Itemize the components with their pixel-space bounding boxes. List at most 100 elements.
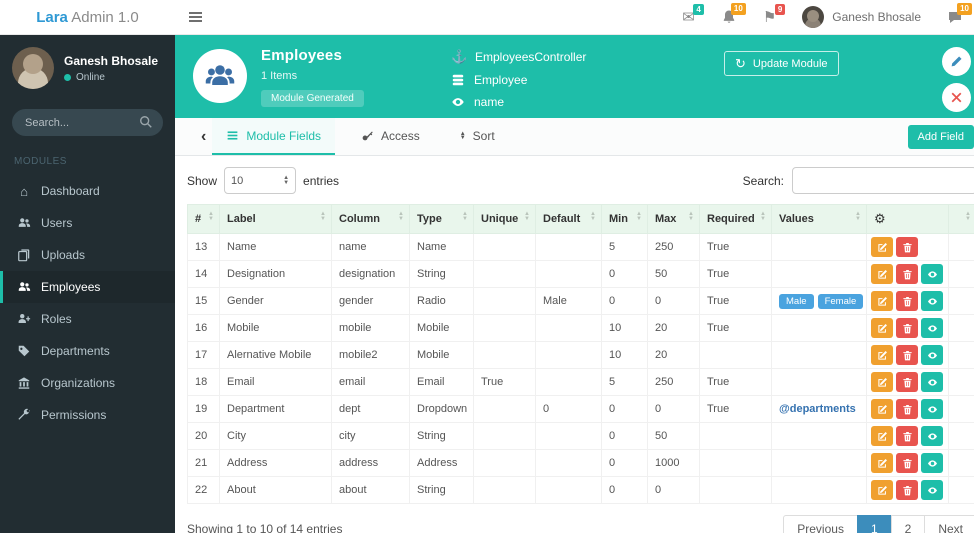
update-module-button[interactable]: ↻ Update Module xyxy=(724,51,839,76)
add-field-button[interactable]: Add Field xyxy=(908,125,974,149)
cell-column: mobile xyxy=(332,315,410,342)
edit-field-button[interactable] xyxy=(871,237,893,257)
cell-label: About xyxy=(220,477,332,504)
pagination-page-2[interactable]: 2 xyxy=(891,515,926,533)
sort-icon[interactable]: ▲▼ xyxy=(462,212,468,221)
edit-icon xyxy=(877,296,888,307)
messages-icon[interactable]: ✉4 xyxy=(682,10,695,25)
view-field-button[interactable] xyxy=(921,426,943,446)
flags-icon[interactable]: ⚑9 xyxy=(763,10,776,25)
delete-field-button[interactable] xyxy=(896,264,918,284)
col-label[interactable]: Label▲▼ xyxy=(220,205,332,234)
brand-bold: Lara xyxy=(36,9,68,26)
brand-logo[interactable]: Lara Admin 1.0 xyxy=(0,9,175,26)
view-field-button[interactable] xyxy=(921,372,943,392)
sidebar-section-label: MODULES xyxy=(0,142,175,175)
delete-field-button[interactable] xyxy=(896,291,918,311)
delete-field-button[interactable] xyxy=(896,372,918,392)
edit-field-button[interactable] xyxy=(871,318,893,338)
sort-icon[interactable]: ▲▼ xyxy=(524,212,530,221)
sort-icon[interactable]: ▲▼ xyxy=(636,212,642,221)
edit-field-button[interactable] xyxy=(871,372,893,392)
sidebar-item-dashboard[interactable]: ⌂ Dashboard xyxy=(0,175,175,207)
col-required[interactable]: Required▲▼ xyxy=(700,205,772,234)
sidebar-item-employees[interactable]: Employees xyxy=(0,271,175,303)
view-field-button[interactable] xyxy=(921,399,943,419)
edit-field-button[interactable] xyxy=(871,264,893,284)
edit-module-button[interactable] xyxy=(942,47,971,76)
back-chevron-icon[interactable]: ‹ xyxy=(195,128,212,146)
pagination-next[interactable]: Next xyxy=(924,515,974,533)
edit-field-button[interactable] xyxy=(871,426,893,446)
col-values[interactable]: Values▲▼ xyxy=(772,205,867,234)
sort-icon[interactable]: ▲▼ xyxy=(320,212,326,221)
trash-icon xyxy=(902,377,913,388)
edit-field-button[interactable] xyxy=(871,480,893,500)
table-footer: Showing 1 to 10 of 14 entries Previous 1… xyxy=(187,515,974,533)
sidebar-item-permissions[interactable]: Permissions xyxy=(0,399,175,431)
delete-field-button[interactable] xyxy=(896,237,918,257)
view-field-button[interactable] xyxy=(921,345,943,365)
col-min[interactable]: Min▲▼ xyxy=(602,205,648,234)
pagination-previous[interactable]: Previous xyxy=(783,515,858,533)
sidebar-item-users[interactable]: Users xyxy=(0,207,175,239)
cell-default xyxy=(536,450,602,477)
col-unique[interactable]: Unique▲▼ xyxy=(474,205,536,234)
edit-field-button[interactable] xyxy=(871,453,893,473)
user-menu[interactable]: Ganesh Bhosale xyxy=(802,6,921,28)
cell-max: 50 xyxy=(648,423,700,450)
sort-icon[interactable]: ▲▼ xyxy=(688,212,694,221)
cell-label: Designation xyxy=(220,261,332,288)
sidebar-item-uploads[interactable]: Uploads xyxy=(0,239,175,271)
sidebar-item-roles[interactable]: Roles xyxy=(0,303,175,335)
table-search-input[interactable] xyxy=(792,167,974,194)
notifications-bell-icon[interactable]: 10 xyxy=(721,9,737,25)
delete-field-button[interactable] xyxy=(896,318,918,338)
col-extra[interactable]: ▲▼ xyxy=(949,205,974,234)
comments-icon[interactable]: 10 xyxy=(947,9,963,25)
col-column[interactable]: Column▲▼ xyxy=(332,205,410,234)
close-module-button[interactable] xyxy=(942,83,971,112)
col-num[interactable]: #▲▼ xyxy=(188,205,220,234)
view-field-button[interactable] xyxy=(921,453,943,473)
view-field-button[interactable] xyxy=(921,264,943,284)
edit-field-button[interactable] xyxy=(871,399,893,419)
pagination-page-1[interactable]: 1 xyxy=(857,515,892,533)
cell-required xyxy=(700,477,772,504)
edit-icon xyxy=(877,377,888,388)
view-field-button[interactable] xyxy=(921,318,943,338)
tab-sort[interactable]: ▲▼ Sort xyxy=(446,118,509,155)
col-default[interactable]: Default▲▼ xyxy=(536,205,602,234)
sort-icon[interactable]: ▲▼ xyxy=(855,212,861,221)
sort-icon[interactable]: ▲▼ xyxy=(760,212,766,221)
delete-field-button[interactable] xyxy=(896,453,918,473)
sort-icon[interactable]: ▲▼ xyxy=(398,212,404,221)
delete-field-button[interactable] xyxy=(896,480,918,500)
view-field-button[interactable] xyxy=(921,291,943,311)
col-max[interactable]: Max▲▼ xyxy=(648,205,700,234)
cell-default xyxy=(536,315,602,342)
sidebar-item-departments[interactable]: Departments xyxy=(0,335,175,367)
sidebar-toggle-icon[interactable] xyxy=(189,12,202,22)
sort-icon[interactable]: ▲▼ xyxy=(590,212,596,221)
cell-unique xyxy=(474,396,536,423)
sort-icon[interactable]: ▲▼ xyxy=(965,212,971,221)
page-size-select[interactable]: 10 ▲▼ xyxy=(224,167,296,194)
tab-module-fields[interactable]: Module Fields xyxy=(212,118,335,155)
edit-field-button[interactable] xyxy=(871,345,893,365)
sort-icon[interactable]: ▲▼ xyxy=(208,212,214,221)
col-type[interactable]: Type▲▼ xyxy=(410,205,474,234)
delete-field-button[interactable] xyxy=(896,426,918,446)
search-icon[interactable] xyxy=(139,115,153,129)
delete-field-button[interactable] xyxy=(896,345,918,365)
view-field-button[interactable] xyxy=(921,480,943,500)
delete-field-button[interactable] xyxy=(896,399,918,419)
edit-field-button[interactable] xyxy=(871,291,893,311)
cell-default xyxy=(536,423,602,450)
cell-extra xyxy=(949,450,974,477)
sidebar-item-organizations[interactable]: Organizations xyxy=(0,367,175,399)
tab-access[interactable]: Access xyxy=(347,118,434,155)
value-badge: Female xyxy=(818,294,864,309)
trash-icon xyxy=(902,458,913,469)
values-reference-link[interactable]: @departments xyxy=(779,403,856,415)
